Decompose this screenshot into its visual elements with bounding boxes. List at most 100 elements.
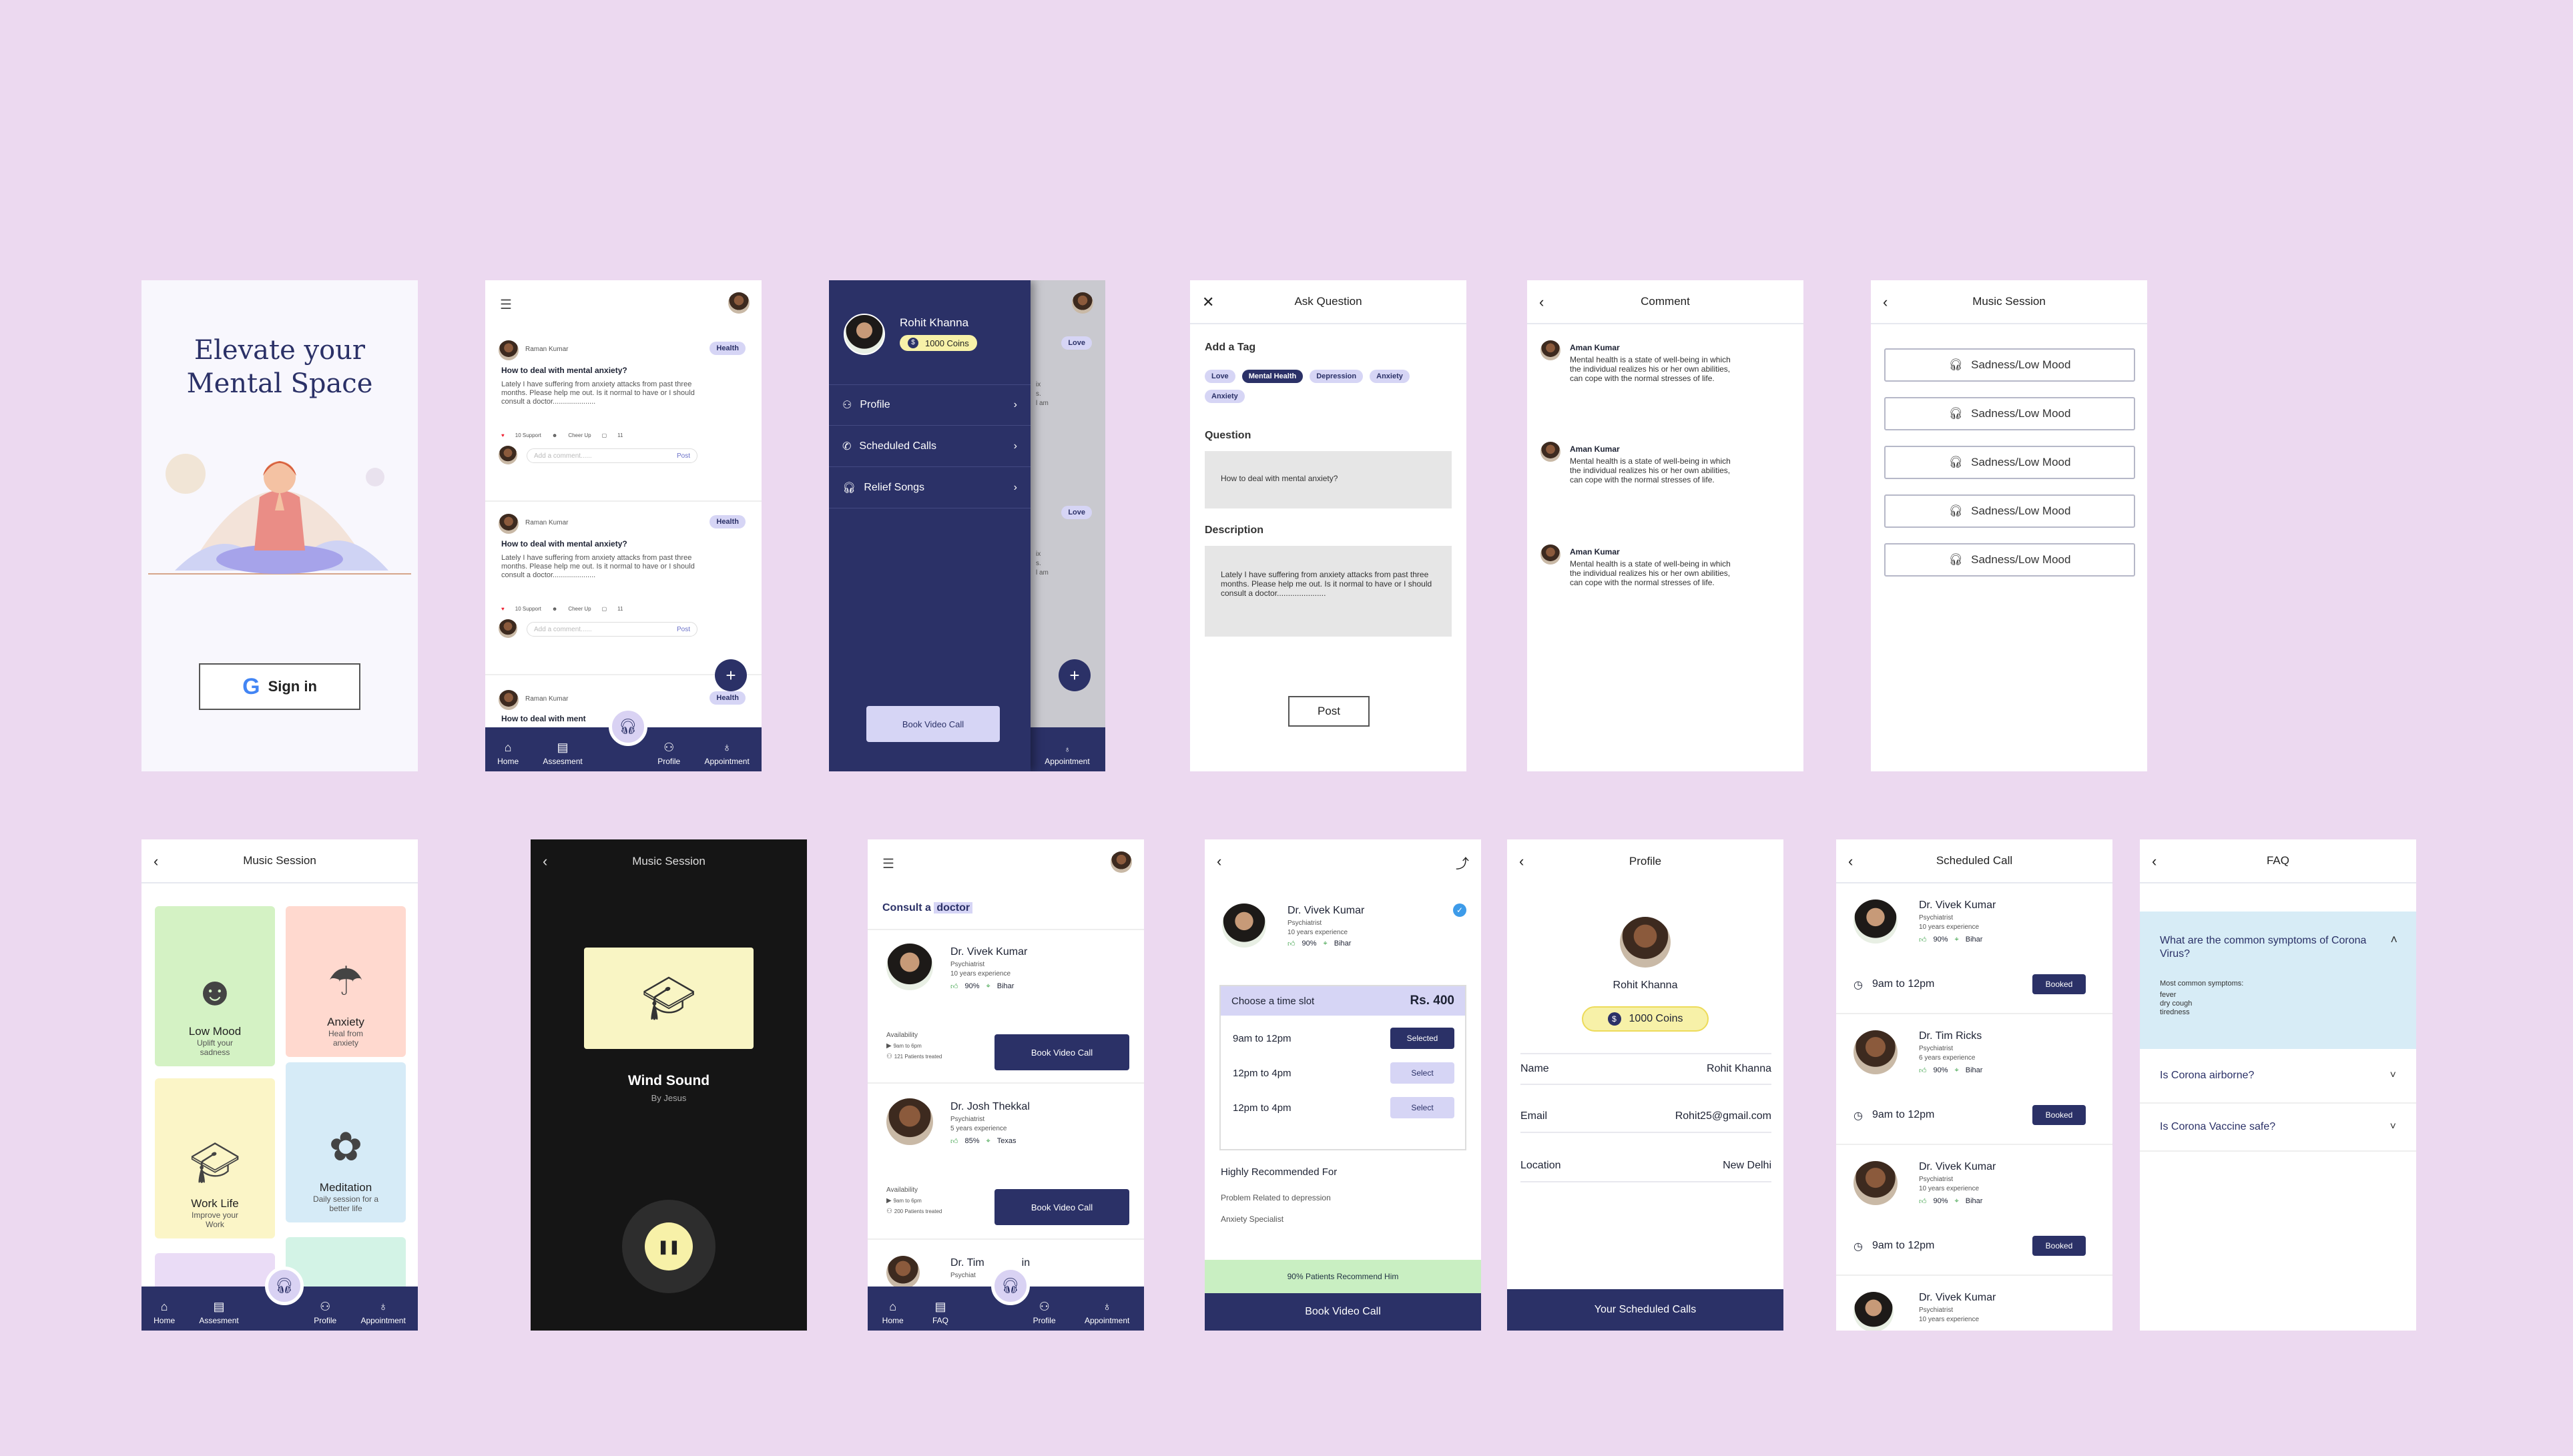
user-avatar[interactable] — [1111, 851, 1132, 873]
tag-love[interactable]: Love — [1205, 370, 1235, 383]
nav-profile[interactable]: ⚇ Profile — [314, 1301, 336, 1325]
tag-anxiety[interactable]: Anxiety — [1370, 370, 1410, 383]
question-input[interactable]: How to deal with mental anxiety? — [1205, 451, 1452, 508]
back-arrow-icon[interactable]: ‹ — [1217, 853, 1221, 870]
close-icon[interactable]: ✕ — [1202, 294, 1214, 311]
comment-icon[interactable]: ▢ — [602, 432, 607, 438]
card-work-life[interactable]: 🎓︎ Work Life Improve your Work — [155, 1078, 275, 1238]
nav-home[interactable]: ⌂ Home — [497, 741, 519, 766]
headphones-fab[interactable]: 🎧︎ — [265, 1266, 304, 1305]
post-button[interactable]: Post — [1288, 696, 1370, 727]
post-title[interactable]: How to deal with mental anxiety? — [501, 539, 627, 549]
call-card[interactable]: Dr. Tim Ricks Psychiatrist 6 years exper… — [1836, 1016, 2112, 1145]
doctor-card[interactable]: Dr. Josh Thekkal Psychiatrist 5 years ex… — [868, 1085, 1144, 1240]
cheer-icon[interactable]: ☻ — [552, 606, 557, 612]
call-card[interactable]: Dr. Vivek Kumar Psychiatrist 10 years ex… — [1836, 885, 2112, 1014]
back-arrow-icon[interactable]: ‹ — [154, 853, 158, 870]
nav-assessment[interactable]: ▤ Assesment — [543, 741, 582, 766]
graduation-cap-icon: 🎓︎ — [641, 974, 696, 1022]
headphones-fab[interactable]: 🎧︎ — [609, 707, 647, 746]
nav-home[interactable]: ⌂ Home — [882, 1301, 904, 1325]
tag-depression[interactable]: Depression — [1310, 370, 1364, 383]
call-time: ◷ 9am to 12pm — [1853, 978, 1935, 991]
doctor-card[interactable]: Dr. Vivek Kumar Psychiatrist 10 years ex… — [868, 929, 1144, 1084]
nav-appointment[interactable]: ♁ Appointment — [360, 1301, 405, 1325]
document-icon: ▤ — [213, 1300, 225, 1313]
document-icon: ▤ — [934, 1300, 946, 1313]
video-icon: ▶ — [886, 1197, 892, 1204]
profile-avatar[interactable] — [1620, 917, 1671, 968]
nav-faq[interactable]: ▤ FAQ — [932, 1301, 948, 1325]
drawer-item-relief-songs[interactable]: 🎧︎ Relief Songs › — [829, 467, 1031, 508]
mood-item[interactable]: 🎧︎ Sadness/Low Mood — [1884, 397, 2135, 430]
book-video-call-button[interactable]: Book Video Call — [994, 1034, 1129, 1070]
slot-selected-button[interactable]: Selected — [1390, 1028, 1454, 1049]
scheduled-calls-button[interactable]: Your Scheduled Calls — [1507, 1289, 1783, 1331]
add-post-button[interactable]: + — [715, 659, 747, 691]
cheer-icon[interactable]: ☻ — [552, 432, 557, 438]
faq-item[interactable]: Is Corona airborne? ˅ — [2140, 1049, 2416, 1104]
heart-icon[interactable]: ♥ — [501, 432, 505, 438]
page-title: Music Session — [243, 854, 316, 867]
booked-badge: Booked — [2032, 974, 2086, 994]
comment-screen: ‹ Comment Aman Kumar Mental health is a … — [1527, 280, 1803, 771]
question-label: Question — [1205, 430, 1251, 441]
book-video-call-button[interactable]: Book Video Call — [866, 706, 1000, 742]
nav-profile[interactable]: ⚇ Profile — [657, 741, 680, 766]
post-title[interactable]: How to deal with mental anxiety? — [501, 366, 627, 375]
drawer-item-profile[interactable]: ⚇ Profile › — [829, 384, 1031, 426]
music-list-screen: ‹ Music Session 🎧︎ Sadness/Low Mood 🎧︎ Sad… — [1871, 280, 2147, 771]
pause-button[interactable]: ❚❚ — [645, 1222, 693, 1270]
menu-icon[interactable]: ☰ — [500, 296, 512, 313]
headphones-icon: 🎧︎ — [1948, 456, 1964, 468]
slot-box: Choose a time slot Rs. 400 9am to 12pm S… — [1219, 985, 1466, 1150]
faq-item-open[interactable]: What are the common symptoms of Corona V… — [2140, 912, 2416, 1049]
nav-assessment[interactable]: ▤ Assesment — [199, 1301, 238, 1325]
coin-icon: $ — [1607, 1012, 1621, 1026]
back-arrow-icon[interactable]: ‹ — [543, 853, 547, 870]
comment-input[interactable]: Add a comment...... Post — [527, 622, 697, 637]
booked-badge: Booked — [2032, 1105, 2086, 1125]
drawer-item-scheduled-calls[interactable]: ✆ Scheduled Calls › — [829, 426, 1031, 467]
book-video-call-button[interactable]: Book Video Call — [1205, 1293, 1481, 1331]
share-icon[interactable]: ⤴ — [1456, 853, 1469, 872]
card-anxiety[interactable]: ☂ Anxiety Heal from anxiety — [286, 906, 406, 1057]
call-card[interactable]: Dr. Vivek Kumar Psychiatrist 10 years ex… — [1836, 1146, 2112, 1276]
home-icon: ⌂ — [504, 741, 512, 754]
book-video-call-button[interactable]: Book Video Call — [994, 1189, 1129, 1225]
menu-icon[interactable]: ☰ — [882, 855, 894, 872]
header: ‹ Profile — [1507, 839, 1783, 883]
nav-appointment[interactable]: ♁ Appointment — [704, 741, 749, 766]
faq-item[interactable]: Is Corona Vaccine safe? ˅ — [2140, 1104, 2416, 1152]
slot-select-button[interactable]: Select — [1390, 1062, 1454, 1084]
mood-item[interactable]: 🎧︎ Sadness/Low Mood — [1884, 494, 2135, 528]
comment-icon[interactable]: ▢ — [602, 606, 607, 612]
card-low-mood[interactable]: ☻ Low Mood Uplift your sadness — [155, 906, 275, 1066]
nav-profile[interactable]: ⚇ Profile — [1033, 1301, 1056, 1325]
user-avatar[interactable] — [728, 292, 750, 314]
back-arrow-icon[interactable]: ‹ — [2152, 853, 2157, 870]
comment-input[interactable]: Add a comment...... Post — [527, 448, 697, 463]
slot-select-button[interactable]: Select — [1390, 1097, 1454, 1118]
google-signin-button[interactable]: G Sign in — [199, 663, 360, 710]
nav-home[interactable]: ⌂ Home — [154, 1301, 175, 1325]
add-post-button: + — [1059, 659, 1091, 691]
back-arrow-icon[interactable]: ‹ — [1539, 294, 1544, 311]
mood-item[interactable]: 🎧︎ Sadness/Low Mood — [1884, 543, 2135, 577]
heart-icon[interactable]: ♥ — [501, 606, 505, 612]
mood-item[interactable]: 🎧︎ Sadness/Low Mood — [1884, 348, 2135, 382]
drawer-avatar[interactable] — [844, 314, 885, 355]
availability-block: Availability ▶ 9am to 6pm ⚇ 200 Patients… — [886, 1186, 942, 1215]
nav-appointment[interactable]: ♁ Appointment — [1085, 1301, 1129, 1325]
card-meditation[interactable]: ✿ Meditation Daily session for a better … — [286, 1062, 406, 1222]
tag-mental-health[interactable]: Mental Health — [1241, 370, 1304, 383]
video-icon: ▶ — [886, 1042, 892, 1050]
mood-item[interactable]: 🎧︎ Sadness/Low Mood — [1884, 446, 2135, 479]
slot-row: 12pm to 4pm Select — [1233, 1062, 1454, 1084]
tag-anxiety[interactable]: Anxiety — [1205, 390, 1245, 403]
back-arrow-icon[interactable]: ‹ — [1883, 294, 1888, 311]
headphones-fab[interactable]: 🎧︎ — [991, 1266, 1030, 1305]
description-input[interactable]: Lately I have suffering from anxiety att… — [1205, 546, 1452, 637]
back-arrow-icon[interactable]: ‹ — [1519, 853, 1524, 870]
back-arrow-icon[interactable]: ‹ — [1848, 853, 1853, 870]
